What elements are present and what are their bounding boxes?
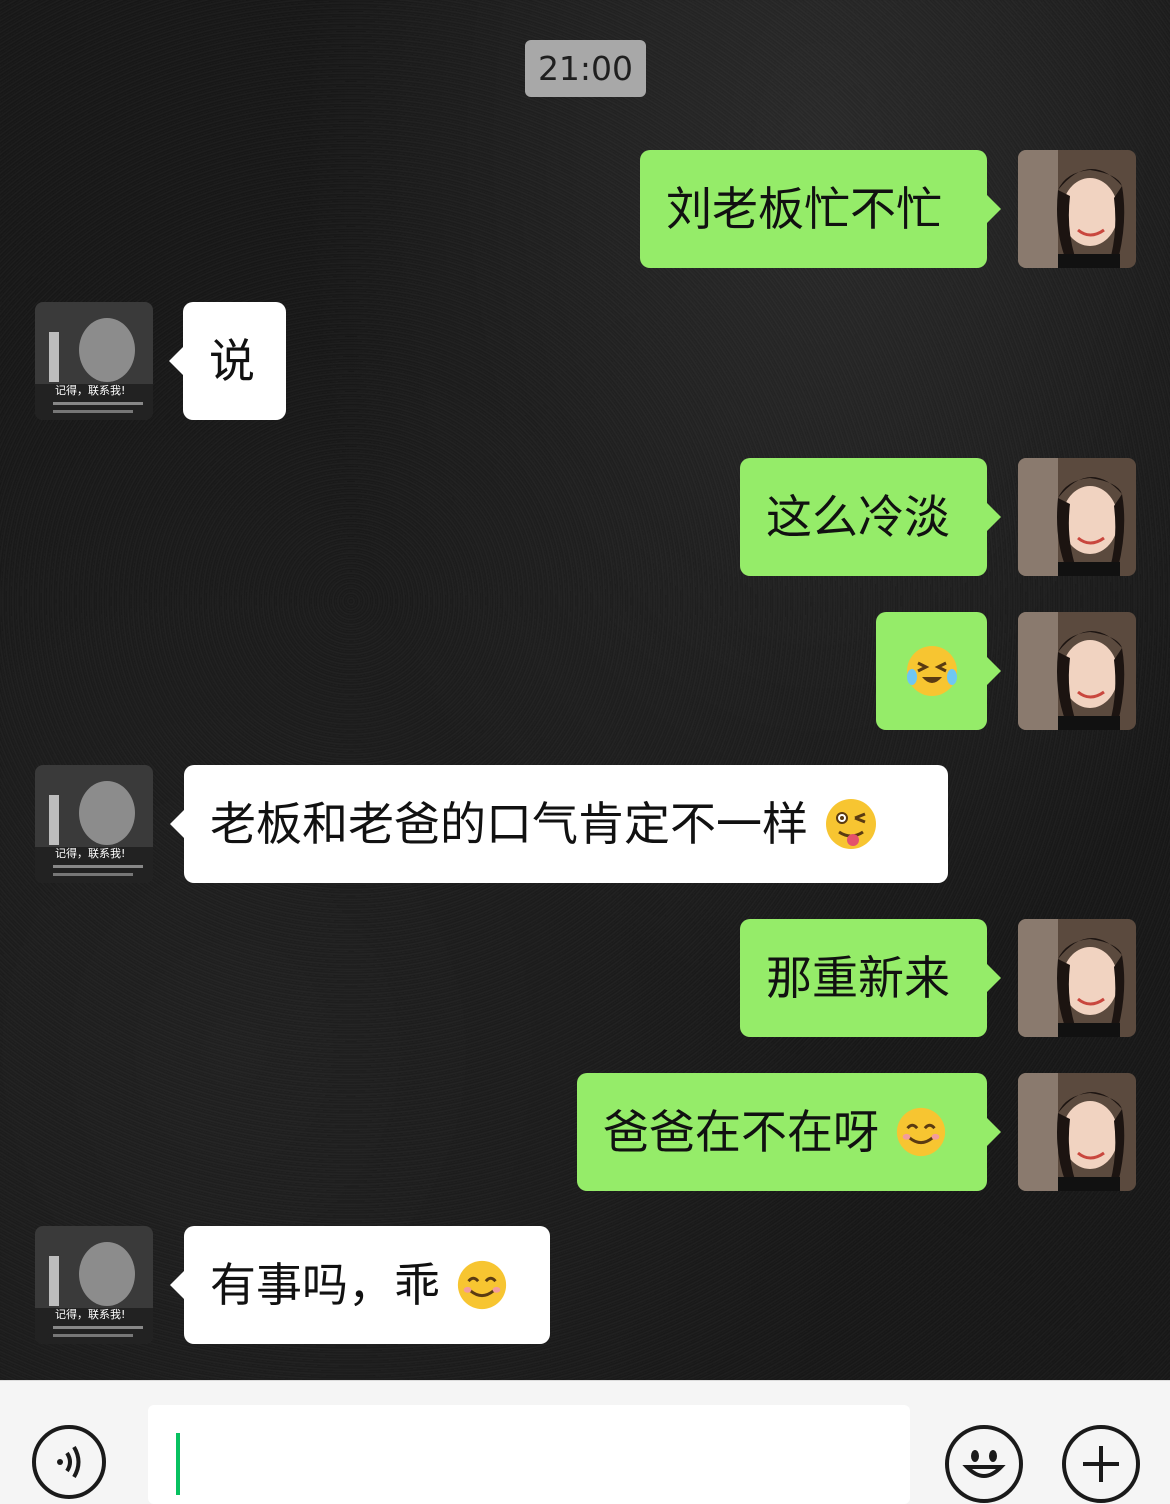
my-avatar[interactable] [1018, 919, 1136, 1037]
message-input[interactable] [148, 1405, 910, 1504]
more-button[interactable] [1062, 1425, 1140, 1503]
text-cursor [176, 1433, 180, 1495]
contact-avatar[interactable]: 记得，联系我! [35, 765, 153, 883]
message-bubble[interactable]: 说 [169, 302, 286, 420]
avatar-caption: 记得，联系我! [55, 1308, 125, 1321]
message-bubble[interactable]: 那重新来 [740, 919, 1001, 1037]
chat-area: 21:00 刘老板忙不忙 记得，联系我! 说 这么冷淡 记得，联系我! 老板和老… [0, 0, 1170, 1380]
message-text: 说 [209, 334, 255, 388]
message-text: 刘老板忙不忙 [666, 182, 942, 236]
message-bubble[interactable]: 有事吗，乖 [170, 1226, 550, 1344]
avatar-caption: 记得，联系我! [55, 847, 125, 860]
contact-avatar[interactable]: 记得，联系我! [35, 1226, 153, 1344]
contact-avatar[interactable]: 记得，联系我! [35, 302, 153, 420]
input-bar [0, 1380, 1170, 1504]
smile-emoji [457, 1260, 506, 1309]
message-text: 有事吗，乖 [210, 1258, 440, 1312]
timestamp: 21:00 [525, 40, 646, 97]
plus-icon [1083, 1446, 1119, 1482]
emoji-icon [962, 1450, 1006, 1478]
message-text: 那重新来 [766, 951, 950, 1005]
voice-icon [57, 1445, 81, 1479]
emoji-button[interactable] [945, 1425, 1023, 1503]
voice-button[interactable] [32, 1425, 106, 1499]
smile-emoji [896, 1107, 945, 1156]
message-bubble[interactable]: 爸爸在不在呀 [577, 1073, 1001, 1191]
message-bubble[interactable]: 老板和老爸的口气肯定不一样 [170, 765, 948, 883]
laughing-crying-emoji [907, 646, 957, 696]
message-text: 爸爸在不在呀 [603, 1105, 879, 1159]
my-avatar[interactable] [1018, 1073, 1136, 1191]
message-bubble[interactable]: 刘老板忙不忙 [640, 150, 1001, 268]
message-text: 这么冷淡 [766, 490, 950, 544]
my-avatar[interactable] [1018, 458, 1136, 576]
my-avatar[interactable] [1018, 612, 1136, 730]
message-bubble[interactable]: 这么冷淡 [740, 458, 1001, 576]
wink-tongue-emoji [825, 798, 876, 849]
message-text: 老板和老爸的口气肯定不一样 [210, 797, 808, 851]
my-avatar[interactable] [1018, 150, 1136, 268]
avatar-caption: 记得，联系我! [55, 384, 125, 397]
message-bubble[interactable] [876, 612, 1001, 730]
